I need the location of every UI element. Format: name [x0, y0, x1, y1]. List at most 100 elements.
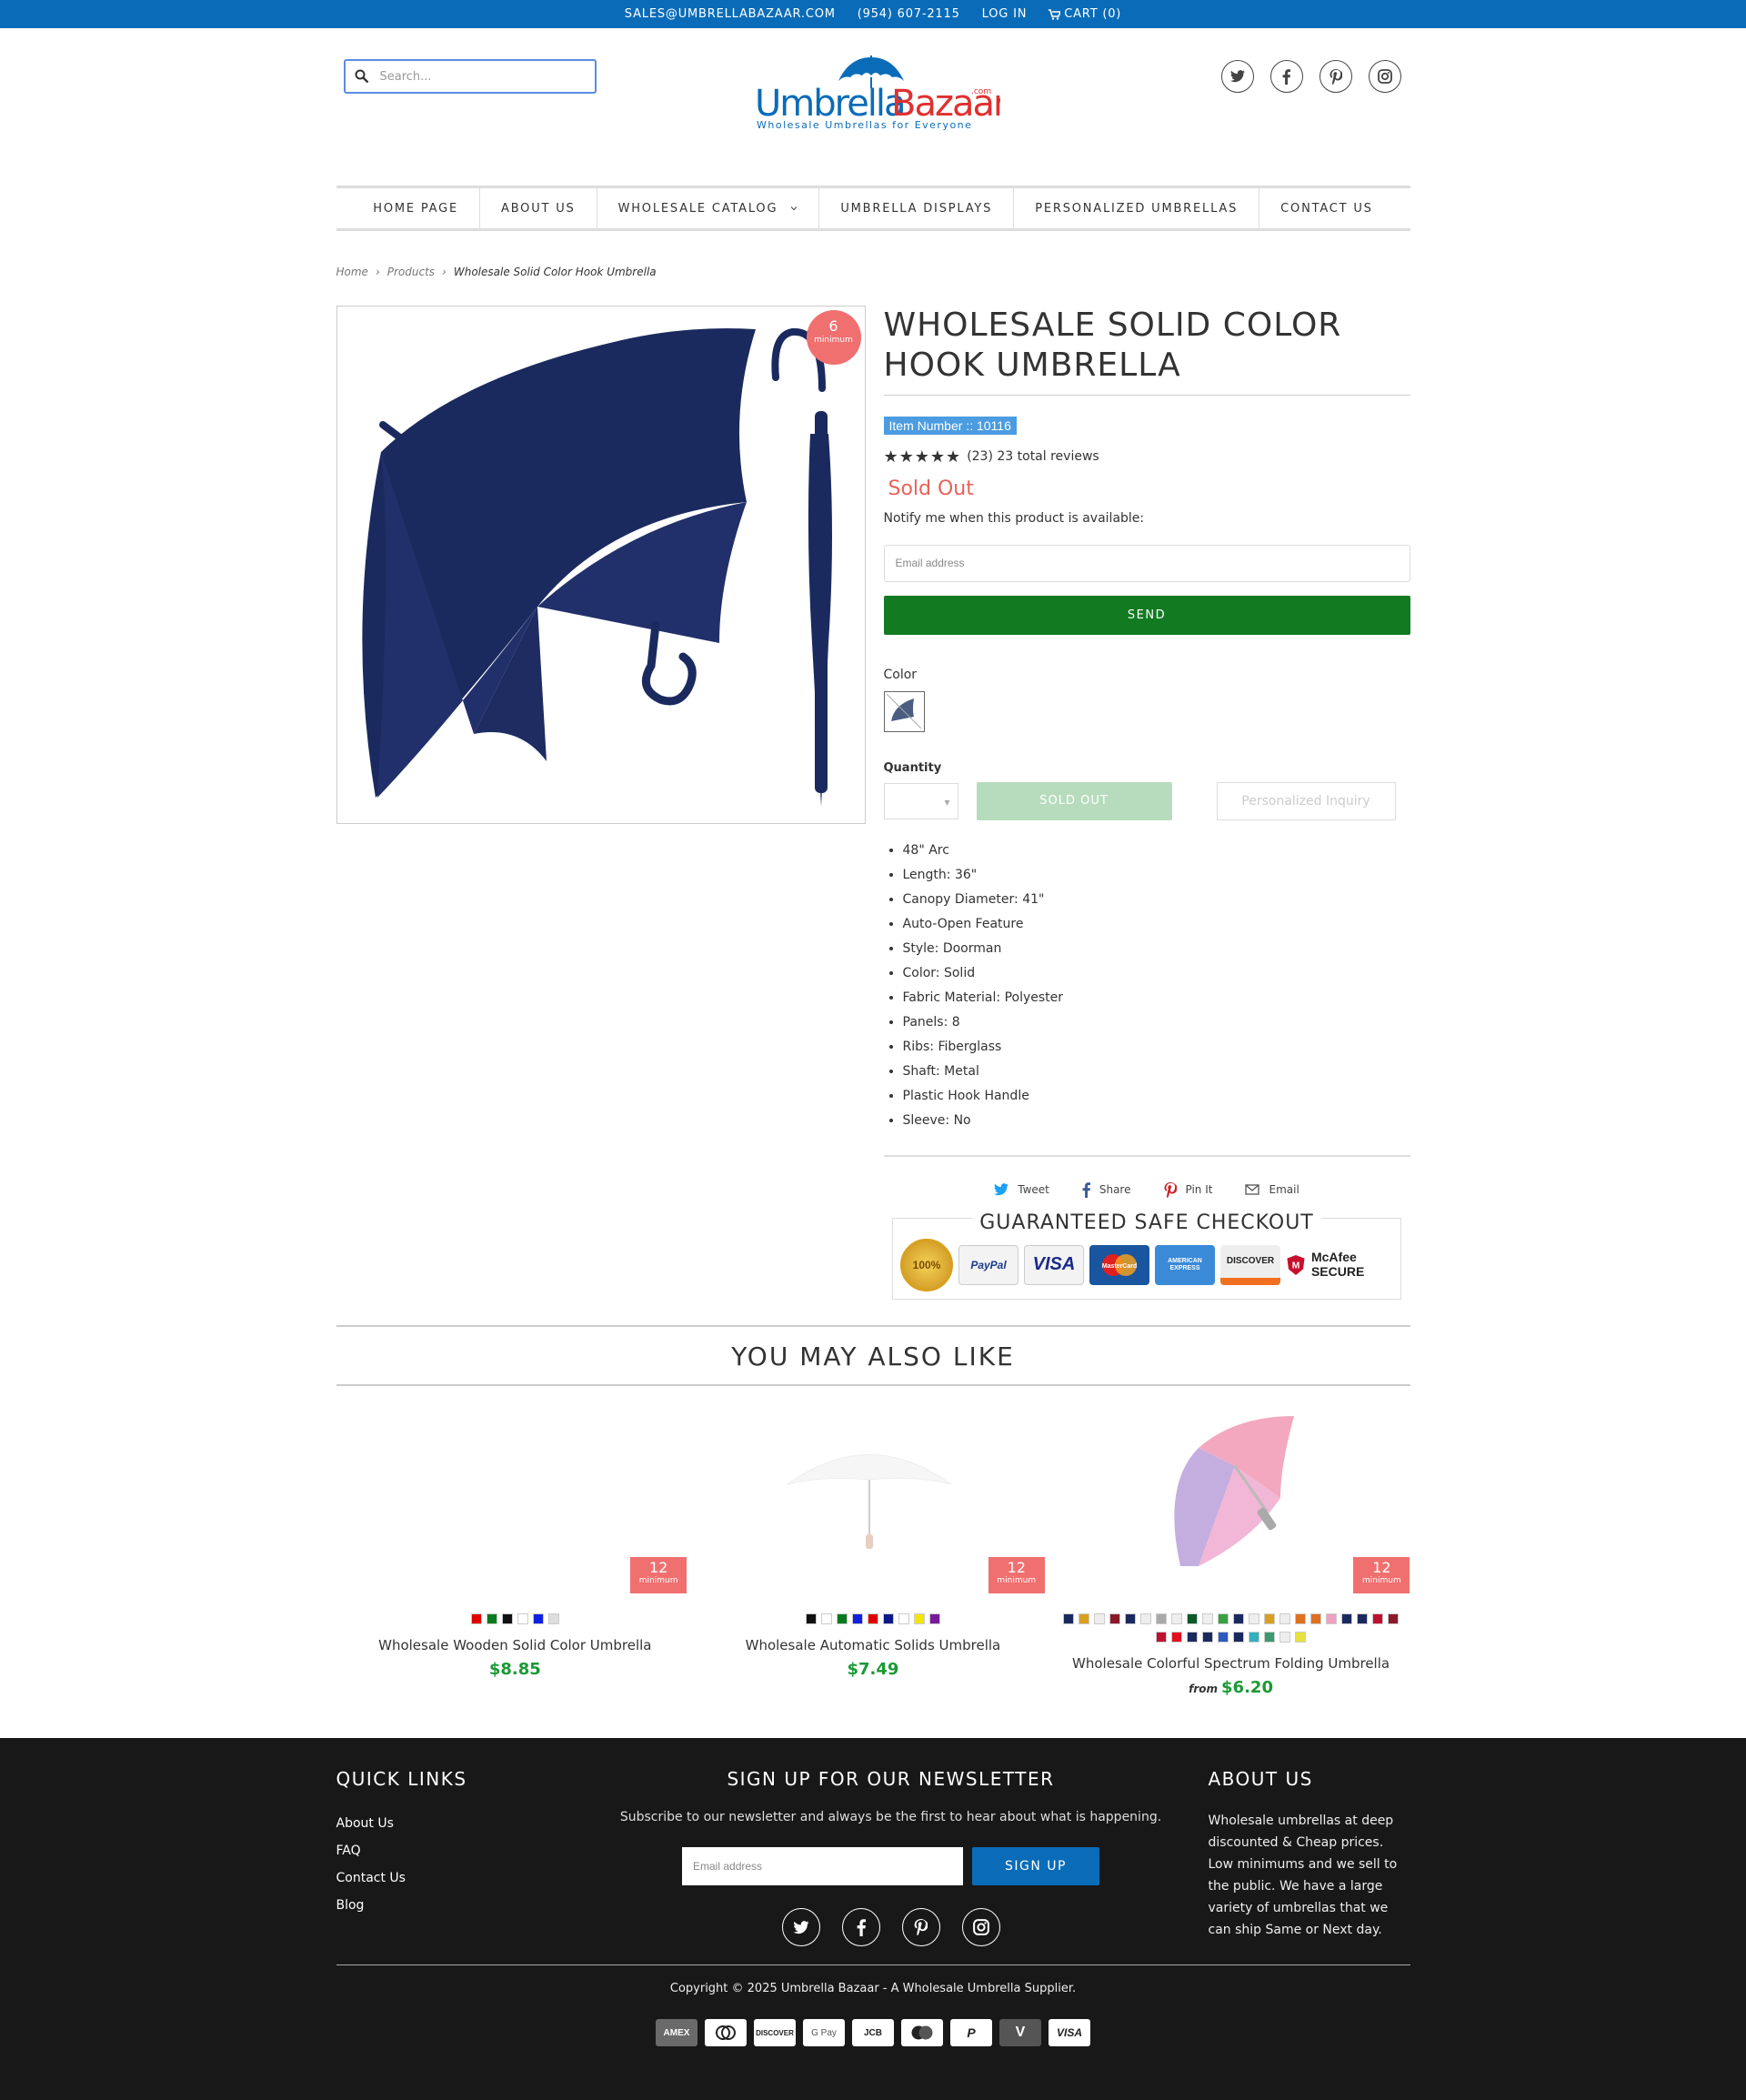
color-swatch[interactable] [1372, 1613, 1384, 1624]
email-link[interactable]: SALES@UMBRELLABAZAAR.COM [625, 7, 836, 21]
color-swatch[interactable] [1218, 1613, 1229, 1624]
color-swatch[interactable] [1094, 1613, 1106, 1624]
product-card-name[interactable]: Wholesale Wooden Solid Color Umbrella [336, 1637, 695, 1653]
color-swatch[interactable] [1109, 1613, 1121, 1624]
color-swatch[interactable] [1063, 1613, 1075, 1624]
email-share-button[interactable]: Email [1245, 1182, 1299, 1198]
color-swatch[interactable] [1202, 1613, 1214, 1624]
color-swatch[interactable] [1249, 1631, 1260, 1643]
color-swatch[interactable] [1125, 1613, 1137, 1624]
color-swatch[interactable] [1156, 1631, 1168, 1643]
color-swatch[interactable] [928, 1613, 940, 1624]
product-card[interactable]: 12 minimum Wholesale Colorful Spectrum Fo… [1052, 1412, 1410, 1697]
color-swatch[interactable] [1279, 1613, 1291, 1624]
color-swatch[interactable] [517, 1613, 528, 1624]
color-swatch[interactable] [1079, 1613, 1090, 1624]
product-card-name[interactable]: Wholesale Automatic Solids Umbrella [694, 1637, 1052, 1653]
footer-link-about[interactable]: About Us [336, 1810, 609, 1837]
color-swatch[interactable] [882, 1613, 894, 1624]
product-card-image[interactable]: 12 minimum [694, 1412, 1045, 1593]
color-swatch[interactable] [1218, 1631, 1229, 1643]
color-swatch[interactable] [1187, 1631, 1199, 1643]
guarantee-seal-icon: 100% [900, 1238, 953, 1291]
color-swatch[interactable] [1295, 1613, 1307, 1624]
pinterest-icon[interactable] [901, 1908, 940, 1946]
facebook-icon[interactable] [1269, 60, 1303, 93]
color-swatch[interactable] [1264, 1631, 1276, 1643]
facebook-icon[interactable] [841, 1908, 880, 1946]
color-swatch[interactable] [501, 1613, 513, 1624]
color-swatch[interactable] [820, 1613, 832, 1624]
color-swatch[interactable] [851, 1613, 863, 1624]
color-swatch[interactable] [883, 690, 925, 732]
feature-item: Fabric Material: Polyester [903, 986, 1410, 1010]
footer-link-blog[interactable]: Blog [336, 1892, 609, 1919]
product-card-image[interactable]: 12 minimum [336, 1412, 687, 1593]
color-swatch[interactable] [1171, 1631, 1183, 1643]
send-button[interactable]: SEND [883, 595, 1410, 635]
twitter-icon[interactable] [781, 1908, 820, 1946]
facebook-share-button[interactable]: Share [1082, 1182, 1131, 1198]
color-swatch[interactable] [1388, 1613, 1400, 1624]
breadcrumb-home[interactable]: Home [336, 266, 368, 278]
color-swatch[interactable] [836, 1613, 848, 1624]
color-swatch[interactable] [1326, 1613, 1338, 1624]
color-swatch[interactable] [913, 1613, 925, 1624]
instagram-icon[interactable] [1368, 60, 1401, 93]
nav-umbrella-displays[interactable]: UMBRELLA DISPLAYS [818, 188, 1013, 228]
color-swatch[interactable] [547, 1613, 559, 1624]
color-swatch[interactable] [1279, 1631, 1291, 1643]
color-swatch[interactable] [1233, 1613, 1245, 1624]
color-swatch[interactable] [898, 1613, 909, 1624]
footer-link-contact[interactable]: Contact Us [336, 1864, 609, 1892]
product-card[interactable]: 12 minimum Wholesale Automatic Solids Umb… [694, 1412, 1052, 1697]
nav-about[interactable]: ABOUT US [479, 188, 597, 228]
quantity-select[interactable]: ▾ [883, 782, 958, 819]
color-swatch[interactable] [1310, 1613, 1322, 1624]
color-swatch[interactable] [1341, 1613, 1353, 1624]
product-rating[interactable]: ★★★★★ (23) 23 total reviews [884, 447, 1410, 467]
search-input[interactable]: Search... [343, 59, 597, 94]
color-swatch[interactable] [1140, 1613, 1152, 1624]
newsletter-email-input[interactable]: Email address [682, 1847, 963, 1885]
color-swatch[interactable] [1156, 1613, 1168, 1624]
checkout-caption: GUARANTEED SAFE CHECKOUT [972, 1211, 1321, 1234]
product-card-name[interactable]: Wholesale Colorful Spectrum Folding Umbr… [1052, 1655, 1410, 1672]
notify-email-input[interactable]: Email address [883, 544, 1410, 582]
color-swatch[interactable] [805, 1613, 817, 1624]
color-swatch[interactable] [867, 1613, 878, 1624]
color-swatch[interactable] [1249, 1613, 1260, 1624]
personalized-inquiry-button[interactable]: Personalized Inquiry [1216, 781, 1396, 820]
cart-link[interactable]: CART (0) [1049, 7, 1121, 21]
pin-button[interactable]: Pin It [1164, 1181, 1213, 1198]
color-swatch[interactable] [532, 1613, 544, 1624]
site-logo[interactable]: Umbrella Bazaar .com Wholesale Umbrellas… [755, 55, 1009, 137]
color-swatch[interactable] [1264, 1613, 1276, 1624]
product-card[interactable]: 12 minimum Wholesale Wooden Solid Color U… [336, 1412, 695, 1697]
color-swatch[interactable] [1233, 1631, 1245, 1643]
login-link[interactable]: LOG IN [982, 7, 1028, 21]
pinterest-icon[interactable] [1319, 60, 1352, 93]
tweet-button[interactable]: Tweet [994, 1182, 1049, 1198]
footer-link-faq[interactable]: FAQ [336, 1837, 609, 1864]
color-swatch[interactable] [1202, 1631, 1214, 1643]
color-swatch[interactable] [1187, 1613, 1199, 1624]
color-swatch[interactable] [486, 1613, 497, 1624]
product-image[interactable]: 6 minimum [336, 306, 866, 824]
nav-wholesale-catalog[interactable]: WHOLESALE CATALOG [596, 188, 819, 228]
twitter-icon[interactable] [1220, 60, 1254, 93]
signup-button[interactable]: SIGN UP [972, 1847, 1099, 1885]
product-card-image[interactable]: 12 minimum [1059, 1412, 1410, 1593]
phone-link[interactable]: (954) 607-2115 [858, 7, 960, 21]
nav-contact[interactable]: CONTACT US [1259, 188, 1394, 228]
sold-out-button[interactable]: SOLD OUT [976, 781, 1172, 820]
color-swatch[interactable] [1171, 1613, 1183, 1624]
instagram-icon[interactable] [961, 1908, 1000, 1946]
color-swatch[interactable] [470, 1613, 482, 1624]
color-swatch[interactable] [1295, 1631, 1307, 1643]
pin-label: Pin It [1185, 1183, 1213, 1197]
breadcrumb-products[interactable]: Products [387, 266, 435, 278]
color-swatch[interactable] [1357, 1613, 1369, 1624]
nav-home[interactable]: HOME PAGE [352, 188, 479, 228]
nav-personalized[interactable]: PERSONALIZED UMBRELLAS [1013, 188, 1259, 228]
